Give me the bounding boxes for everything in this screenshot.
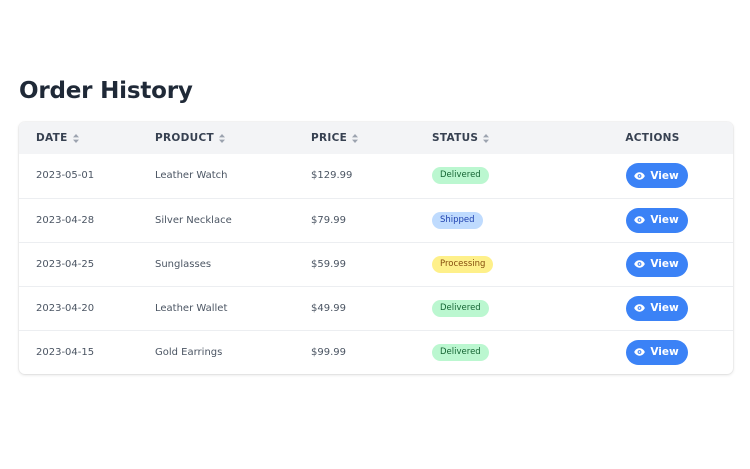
order-price: $79.99 xyxy=(311,214,346,226)
eye-icon xyxy=(634,216,646,224)
column-header-date[interactable]: DATE xyxy=(19,122,155,154)
status-badge: Shipped xyxy=(432,211,483,229)
eye-icon xyxy=(634,260,646,268)
table-header: DATE PRODUCT PRICE STATUS ACTIONS xyxy=(19,122,733,154)
column-header-actions: ACTIONS xyxy=(625,132,680,144)
order-date: 2023-04-28 xyxy=(36,214,95,226)
order-product: Silver Necklace xyxy=(155,214,232,226)
view-order-button[interactable]: View xyxy=(625,251,688,277)
order-product: Leather Wallet xyxy=(155,302,228,314)
order-date: 2023-04-20 xyxy=(36,302,95,314)
column-header-product-label: PRODUCT xyxy=(155,132,214,144)
page-title: Order History xyxy=(19,78,193,104)
order-product: Gold Earrings xyxy=(155,346,223,358)
order-product: Leather Watch xyxy=(155,170,228,182)
order-date: 2023-04-15 xyxy=(36,346,95,358)
view-order-button[interactable]: View xyxy=(625,163,688,189)
column-header-status[interactable]: STATUS xyxy=(432,122,572,154)
view-order-button-label: View xyxy=(650,302,679,314)
column-header-date-label: DATE xyxy=(36,132,68,144)
column-header-status-label: STATUS xyxy=(432,132,479,144)
order-date: 2023-04-25 xyxy=(36,258,95,270)
order-price: $99.99 xyxy=(311,346,346,358)
order-price: $59.99 xyxy=(311,258,346,270)
order-price: $49.99 xyxy=(311,302,346,314)
eye-icon xyxy=(634,304,646,312)
status-badge: Delivered xyxy=(432,299,489,317)
view-order-button-label: View xyxy=(650,346,679,359)
view-order-button-label: View xyxy=(650,258,679,270)
sort-icon xyxy=(72,133,79,143)
column-header-price-label: PRICE xyxy=(311,132,348,144)
order-history-table-card: DATE PRODUCT PRICE STATUS ACTIONS 2023-0… xyxy=(19,122,733,374)
view-order-button[interactable]: View xyxy=(625,295,688,321)
view-order-button[interactable]: View xyxy=(625,339,688,365)
sort-icon xyxy=(352,133,359,143)
status-badge: Processing xyxy=(432,255,494,273)
sort-icon xyxy=(483,133,490,143)
table-body: 2023-05-01 Leather Watch $129.99 Deliver… xyxy=(19,154,733,374)
eye-icon xyxy=(634,172,646,180)
order-price: $129.99 xyxy=(311,170,353,182)
table-row: 2023-05-01 Leather Watch $129.99 Deliver… xyxy=(19,154,733,198)
sort-icon xyxy=(218,133,225,143)
view-order-button-label: View xyxy=(650,169,679,182)
table-row: 2023-04-20 Leather Wallet $49.99 Deliver… xyxy=(19,286,733,330)
view-order-button-label: View xyxy=(650,214,679,226)
order-date: 2023-05-01 xyxy=(36,170,95,182)
status-badge: Delivered xyxy=(432,343,489,361)
column-header-price[interactable]: PRICE xyxy=(311,122,432,154)
order-history-table: DATE PRODUCT PRICE STATUS ACTIONS 2023-0… xyxy=(19,122,733,374)
table-row: 2023-04-15 Gold Earrings $99.99 Delivere… xyxy=(19,330,733,374)
eye-icon xyxy=(634,348,646,356)
order-product: Sunglasses xyxy=(155,258,212,270)
table-row: 2023-04-28 Silver Necklace $79.99 Shippe… xyxy=(19,198,733,242)
column-header-product[interactable]: PRODUCT xyxy=(155,122,311,154)
table-row: 2023-04-25 Sunglasses $59.99 Processing … xyxy=(19,242,733,286)
status-badge: Delivered xyxy=(432,167,489,185)
view-order-button[interactable]: View xyxy=(625,207,688,233)
table-header-row: DATE PRODUCT PRICE STATUS ACTIONS xyxy=(19,122,733,154)
